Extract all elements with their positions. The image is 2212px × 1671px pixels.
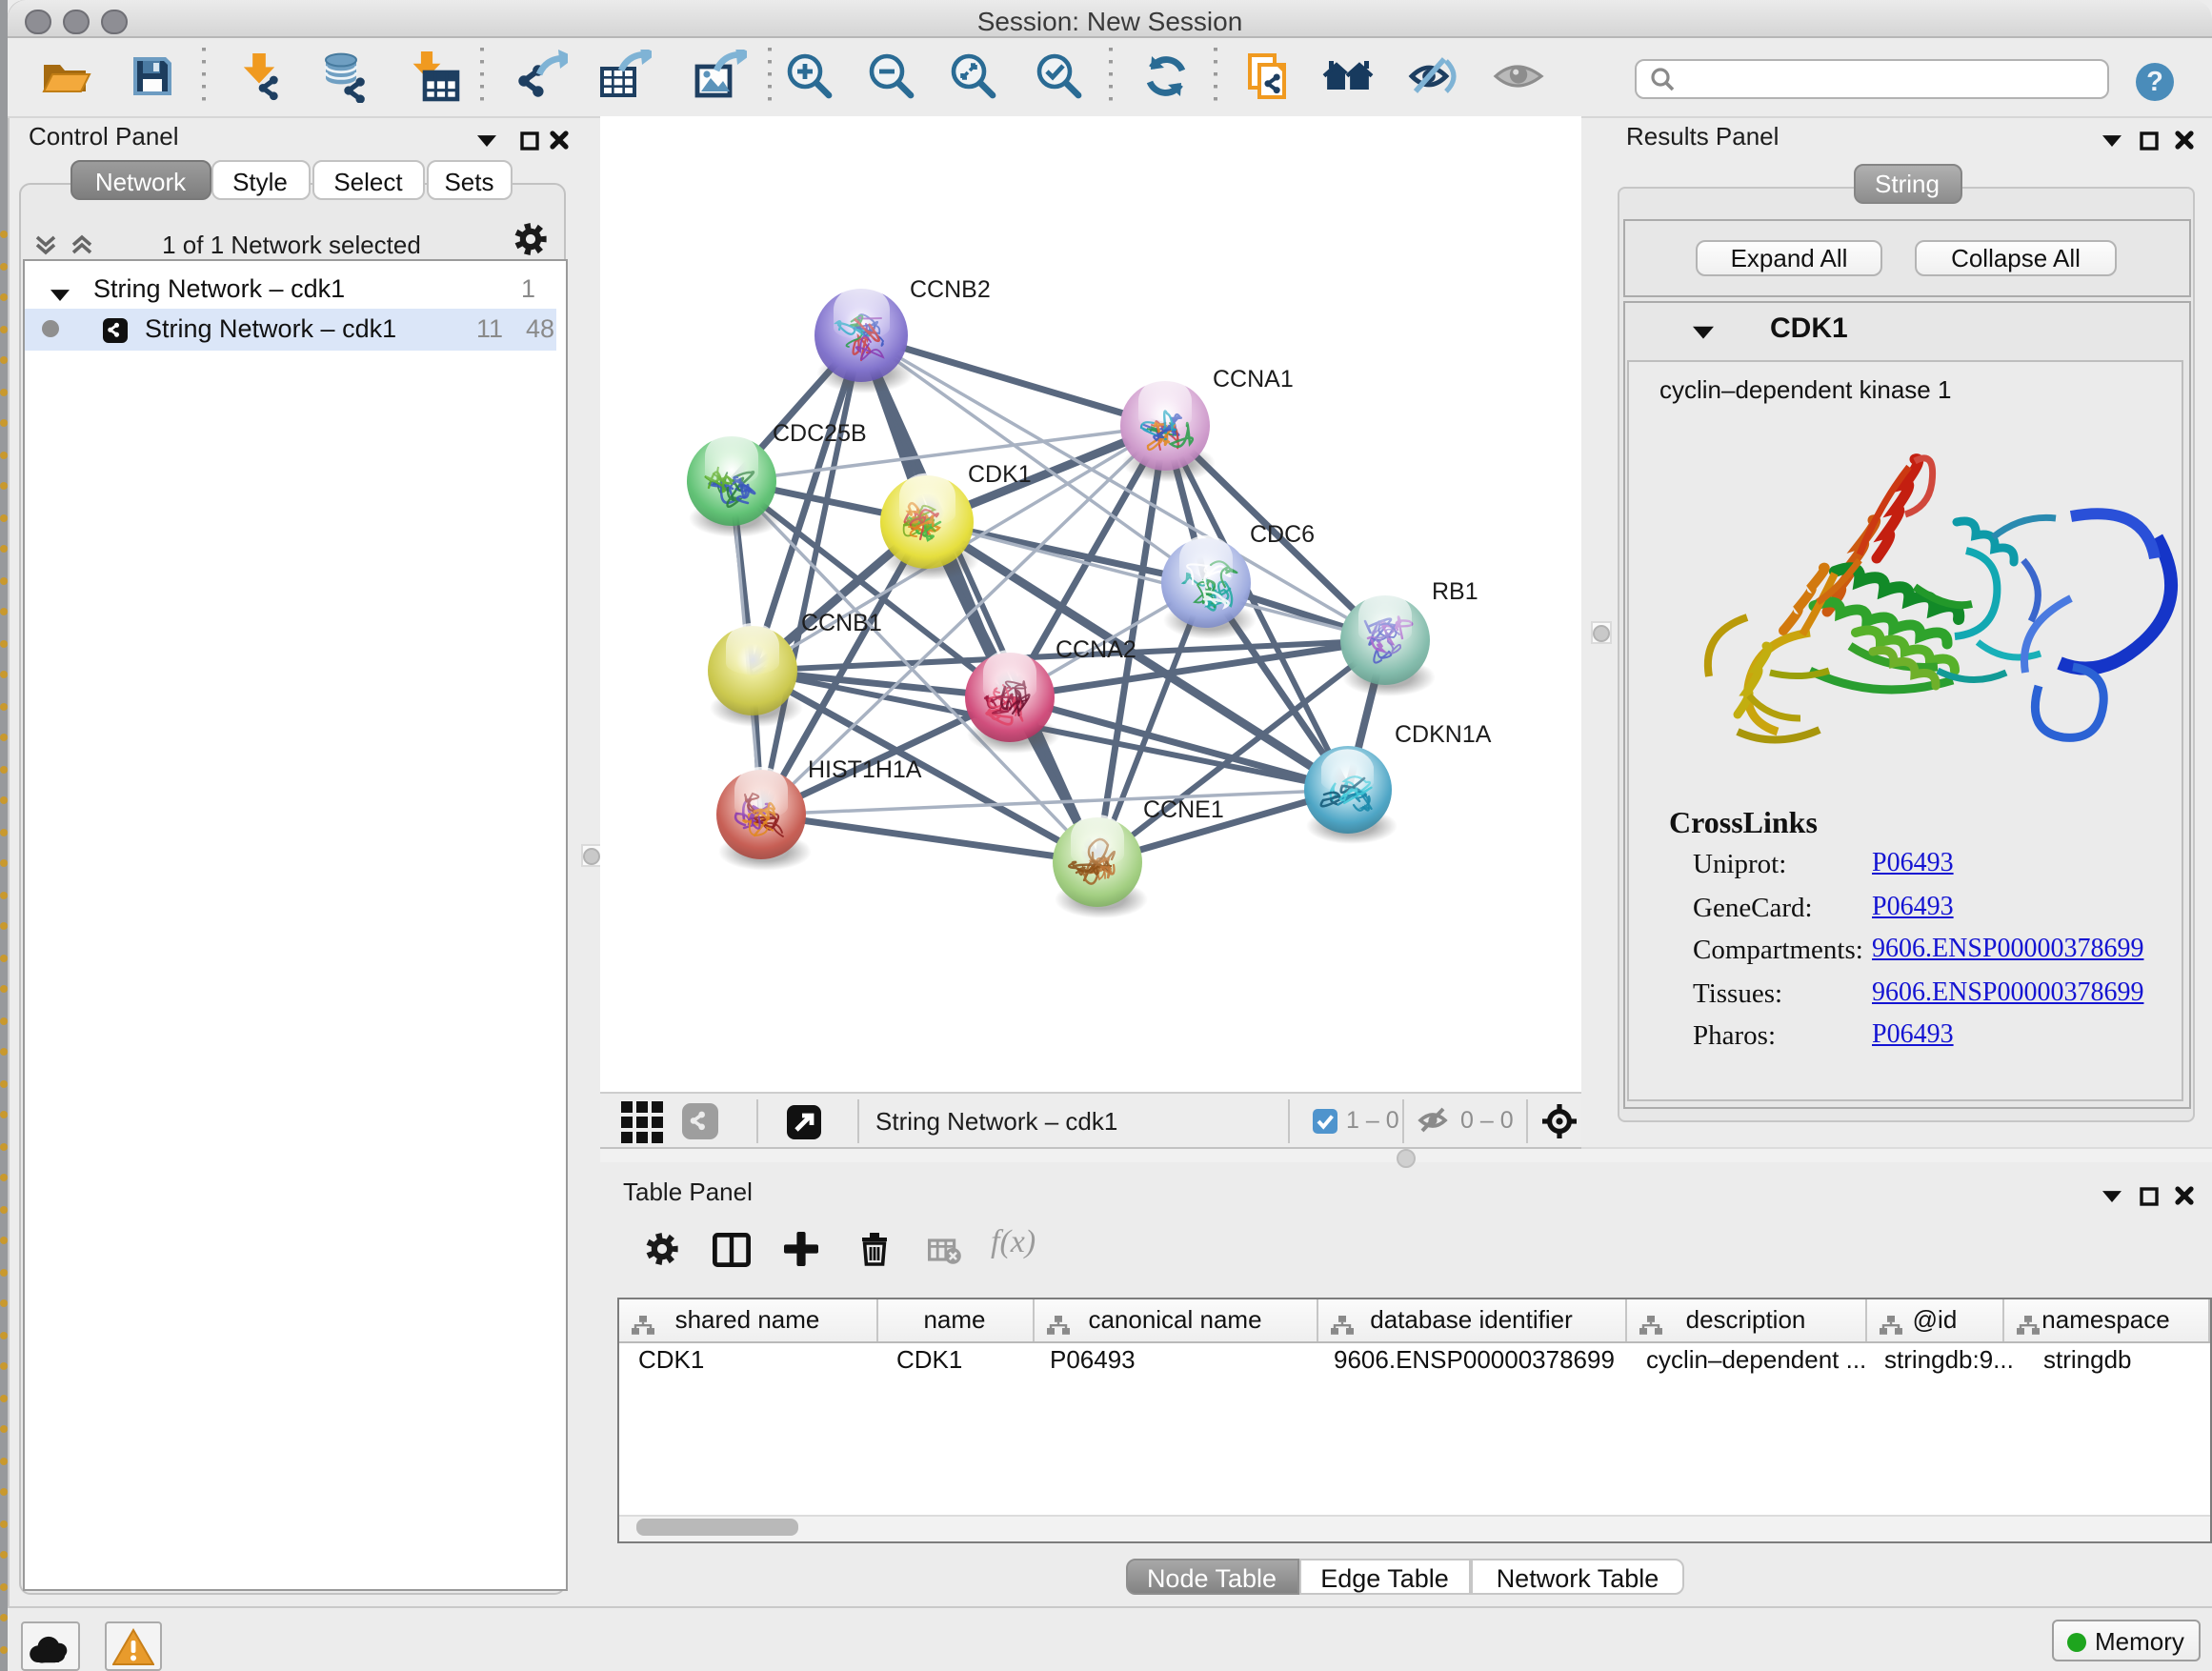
svg-text:CDKN1A: CDKN1A xyxy=(1394,721,1491,748)
svg-text:CCNA2: CCNA2 xyxy=(1055,636,1136,663)
svg-text:?: ? xyxy=(2146,67,2163,97)
svg-text:RB1: RB1 xyxy=(1431,578,1478,605)
svg-text:CDK1: CDK1 xyxy=(967,461,1031,488)
svg-text:CDC25B: CDC25B xyxy=(772,420,866,447)
svg-text:CCNB2: CCNB2 xyxy=(909,276,990,303)
svg-text:CCNA1: CCNA1 xyxy=(1212,366,1293,393)
svg-text:CCNE1: CCNE1 xyxy=(1142,796,1223,823)
svg-text:HIST1H1A: HIST1H1A xyxy=(807,756,921,783)
svg-text:CCNB1: CCNB1 xyxy=(800,610,881,636)
svg-text:CDC6: CDC6 xyxy=(1249,521,1314,548)
